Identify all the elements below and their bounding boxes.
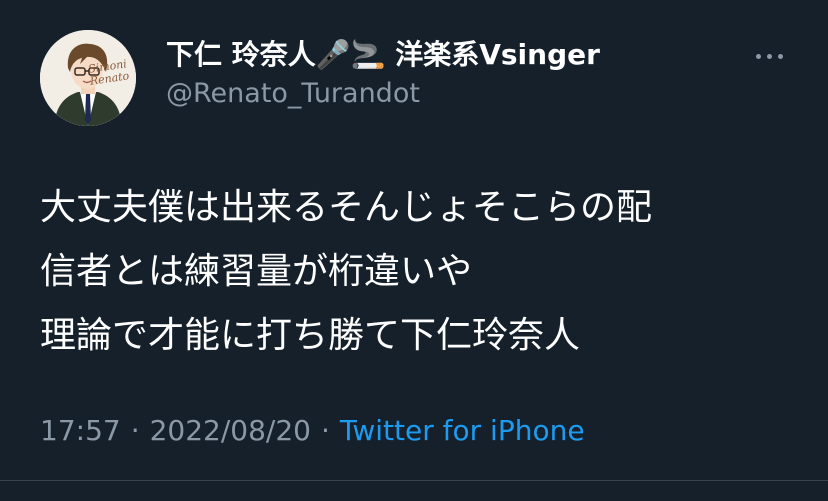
more-options-icon[interactable] — [752, 50, 788, 66]
meta-separator: · — [130, 414, 140, 447]
divider — [0, 480, 828, 481]
avatar-illustration: Simoni Renato — [40, 30, 136, 126]
tweet-detail: Simoni Renato 下仁 玲奈人🎤🚬 洋楽系Vsinger @Renat… — [0, 0, 828, 501]
display-name[interactable]: 下仁 玲奈人🎤🚬 洋楽系Vsinger — [166, 33, 600, 73]
tweet-date[interactable]: 2022/08/20 — [150, 414, 311, 447]
user-handle[interactable]: @Renato_Turandot — [166, 78, 420, 109]
user-avatar[interactable]: Simoni Renato — [40, 30, 136, 126]
meta-separator: · — [321, 414, 330, 447]
tweet-text-line: 理論で才能に打ち勝て下仁玲奈人 — [40, 315, 581, 356]
tweet-text: 大丈夫僕は出来るそんじょそこらの配 信者とは練習量が桁違いや 理論で才能に打ち勝… — [40, 176, 800, 368]
tweet-time[interactable]: 17:57 — [40, 414, 121, 447]
tweet-text-line: 信者とは練習量が桁違いや — [40, 251, 473, 292]
tweet-metadata: 17:57 · 2022/08/20 · Twitter for iPhone — [40, 414, 585, 447]
tweet-source-link[interactable]: Twitter for iPhone — [340, 414, 585, 447]
tweet-text-line: 大丈夫僕は出来るそんじょそこらの配 — [40, 187, 653, 228]
